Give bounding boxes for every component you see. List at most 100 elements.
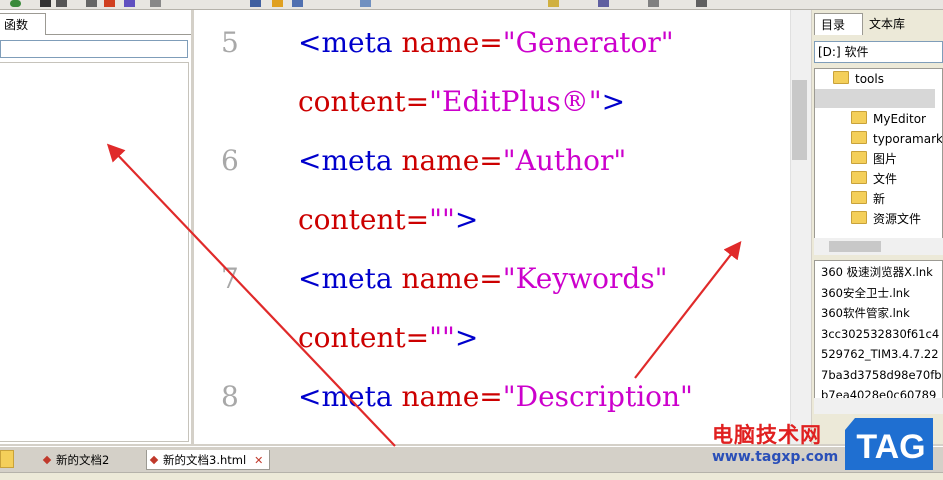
html-tag: <meta	[298, 26, 393, 59]
document-icon	[149, 455, 159, 465]
function-search-input[interactable]	[0, 40, 188, 58]
file-list[interactable]: 360 极速浏览器X.lnk 360安全卫士.lnk 360软件管家.lnk 3cc3…	[814, 260, 943, 414]
folder-icon	[851, 111, 867, 124]
document-tab-2[interactable]: 新的文档2	[40, 450, 140, 470]
watermark-url: www.tagxp.com	[712, 449, 839, 465]
tag-close: >	[601, 85, 626, 118]
tree-scroll-thumb[interactable]	[829, 241, 881, 252]
watermark-logo: TAG	[845, 418, 933, 470]
globe-icon[interactable]	[10, 0, 21, 7]
line-number: 8	[221, 380, 239, 413]
anchor-icon[interactable]	[150, 0, 161, 7]
tag-close: >	[324, 439, 347, 444]
attribute-name: content=	[298, 203, 430, 236]
tree-item-label: MyEditor	[873, 112, 926, 126]
folder-icon[interactable]	[0, 450, 14, 468]
watermark-site-name: 电脑技术网	[712, 423, 822, 447]
attribute-name: content=	[298, 321, 430, 354]
folder-icon	[851, 171, 867, 184]
tab-functions[interactable]: 函数	[0, 13, 46, 35]
editor-scroll-thumb[interactable]	[792, 80, 807, 160]
file-item[interactable]: 360 极速浏览器X.lnk	[821, 262, 933, 282]
file-item[interactable]: 7ba3d3758d98e70fb	[821, 365, 942, 385]
file-item[interactable]: 529762_TIM3.4.7.22	[821, 344, 939, 364]
image-icon[interactable]	[250, 0, 261, 7]
svg-text:TAG: TAG	[856, 428, 925, 466]
file-item[interactable]: 3cc302532830f61c4	[821, 324, 939, 344]
attribute-value: "Description"	[502, 380, 693, 413]
tree-item[interactable]: 资源文件	[851, 209, 921, 229]
color-icon[interactable]	[104, 0, 115, 7]
bold-icon[interactable]	[40, 0, 51, 7]
line-number: 7	[221, 262, 239, 295]
tree-item[interactable]: MyEditor	[851, 109, 926, 129]
pencil-icon[interactable]	[548, 0, 559, 7]
smiley-icon[interactable]	[272, 0, 283, 7]
folder-icon	[833, 71, 849, 84]
function-list[interactable]	[0, 62, 189, 442]
monitor-icon[interactable]	[696, 0, 707, 7]
tree-item[interactable]: 图片	[851, 149, 897, 169]
document-tab-3-html[interactable]: 新的文档3.html ✕	[146, 450, 270, 470]
attribute-value: ""	[429, 203, 455, 236]
html-tag: <meta	[298, 262, 393, 295]
attribute-value: ""	[298, 439, 324, 444]
tag-close: >	[454, 203, 479, 236]
attribute-name: name=	[401, 26, 503, 59]
toolbar	[0, 0, 943, 10]
code-text: <meta name="Description"	[298, 380, 693, 413]
tree-item[interactable]: tools	[833, 69, 884, 89]
file-item[interactable]: 360安全卫士.lnk	[821, 283, 910, 303]
document-tab-label: 新的文档3.html	[163, 453, 247, 467]
tree-item-label: 图片	[873, 152, 898, 166]
code-text: "">	[298, 439, 347, 444]
editor-vertical-scrollbar[interactable]	[790, 10, 811, 444]
code-text: <meta name="Author"	[298, 144, 626, 177]
attribute-name: name=	[401, 144, 503, 177]
attribute-value: "EditPlus®"	[429, 85, 602, 118]
tree-item[interactable]: typoramarkd	[851, 129, 943, 149]
tab-text-library[interactable]: 文本库	[863, 13, 943, 35]
tree-item[interactable]: 新	[851, 189, 885, 209]
close-icon[interactable]: ✕	[254, 454, 263, 467]
code-text: <meta name="Keywords"	[298, 262, 668, 295]
tree-item[interactable]: 文件	[851, 169, 897, 189]
music-icon[interactable]	[598, 0, 609, 7]
code-text: content="">	[298, 203, 478, 236]
table-icon[interactable]	[292, 0, 303, 7]
tree-item-label: tools	[855, 72, 884, 86]
file-item[interactable]: 360软件管家.lnk	[821, 303, 910, 323]
folder-icon	[851, 131, 867, 144]
attribute-name: name=	[401, 380, 503, 413]
folder-icon	[851, 211, 867, 224]
line-number: 6	[221, 144, 239, 177]
attribute-value: "Author"	[502, 144, 627, 177]
tree-selection-highlight	[815, 89, 935, 108]
html-tag: <meta	[298, 144, 393, 177]
tree-item-label: 新	[873, 192, 886, 206]
tag-close: >	[454, 321, 479, 354]
line-number: 5	[221, 26, 239, 59]
document-icon	[42, 455, 52, 465]
form-icon[interactable]	[360, 0, 371, 7]
tab-directory[interactable]: 目录	[814, 13, 863, 35]
window-icon[interactable]	[648, 0, 659, 7]
tree-item-label: typoramarkd	[873, 132, 943, 146]
code-text: content="">	[298, 321, 478, 354]
chart-icon[interactable]	[124, 0, 135, 7]
attribute-name: content=	[298, 85, 430, 118]
attribute-value: ""	[429, 321, 455, 354]
italic-icon[interactable]	[56, 0, 67, 7]
attribute-value: "Generator"	[502, 26, 674, 59]
attribute-value: "Keywords"	[502, 262, 668, 295]
html-tag: <meta	[298, 380, 393, 413]
drive-select[interactable]: [D:] 软件	[814, 41, 943, 63]
underline-icon[interactable]	[86, 0, 97, 7]
file-list-horizontal-scrollbar[interactable]	[814, 398, 943, 414]
attribute-name: name=	[401, 262, 503, 295]
tree-item-label: 资源文件	[873, 212, 922, 226]
code-text: content="EditPlus®">	[298, 85, 625, 118]
code-editor[interactable]: 5 <meta name="Generator" content="EditPlus…	[194, 10, 790, 444]
code-text: <meta name="Generator"	[298, 26, 674, 59]
tree-item-label: 文件	[873, 172, 898, 186]
